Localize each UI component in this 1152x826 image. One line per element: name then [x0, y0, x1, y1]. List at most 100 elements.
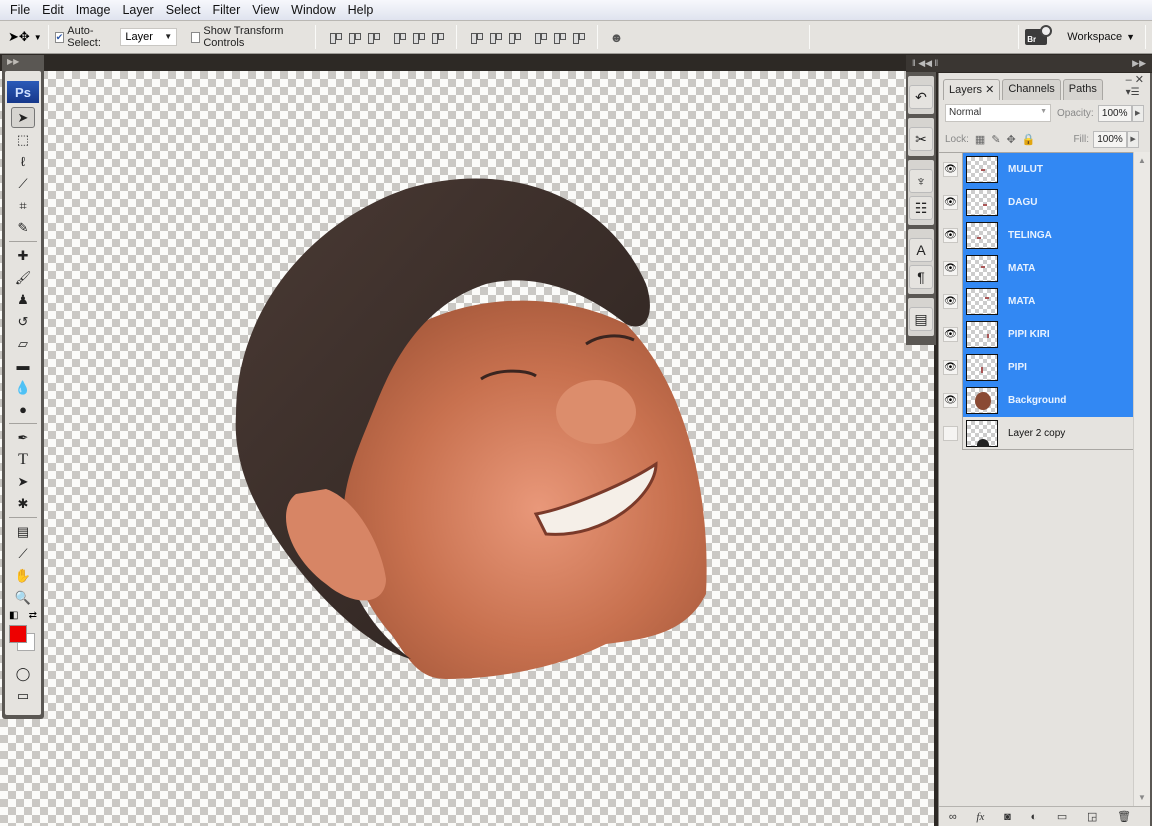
lock-transparent-icon[interactable]: ▦	[975, 133, 985, 146]
close-icon[interactable]: ✕	[1135, 74, 1144, 86]
paragraph-panel-icon[interactable]: ¶	[909, 265, 933, 289]
custom-shape-tool-icon[interactable]: ✱	[11, 493, 35, 514]
align-horizontal-centers-icon[interactable]	[411, 30, 425, 44]
visibility-eye-icon[interactable]: 👁	[943, 260, 958, 276]
layer-row[interactable]: 👁 DAGU	[939, 185, 1133, 219]
menu-select[interactable]: Select	[160, 3, 207, 17]
layer-row[interactable]: Layer 2 copy	[939, 416, 1133, 450]
workspace-menu[interactable]: Workspace ▼	[1067, 31, 1135, 43]
distribute-top-icon[interactable]	[469, 30, 483, 44]
delete-layer-icon[interactable]: 🗑	[1117, 810, 1131, 823]
healing-brush-tool-icon[interactable]: ✚	[11, 245, 35, 266]
blur-tool-icon[interactable]: 💧	[11, 377, 35, 398]
expand-panel-icon[interactable]: ▶▶	[2, 55, 44, 69]
layers-scrollbar[interactable]: ▲ ▼	[1133, 152, 1150, 806]
minimize-icon[interactable]: –	[1126, 74, 1132, 86]
menu-file[interactable]: File	[4, 3, 36, 17]
new-layer-icon[interactable]: ◲	[1087, 810, 1097, 823]
close-tab-icon[interactable]: ✕	[985, 84, 994, 96]
menu-filter[interactable]: Filter	[206, 3, 246, 17]
add-mask-icon[interactable]: ◙	[1004, 811, 1011, 823]
notes-tool-icon[interactable]: ▤	[11, 521, 35, 542]
visibility-eye-icon[interactable]: 👁	[943, 227, 958, 243]
new-group-icon[interactable]: ▭	[1057, 810, 1067, 823]
swap-colors-icon[interactable]: ⇄	[29, 610, 37, 621]
gradient-tool-icon[interactable]: ▬	[11, 355, 35, 376]
document-canvas[interactable]	[0, 71, 934, 826]
bridge-launch-button[interactable]: Br	[1025, 25, 1053, 45]
menu-window[interactable]: Window	[285, 3, 341, 17]
visibility-eye-icon[interactable]: 👁	[943, 194, 958, 210]
layer-row[interactable]: 👁 Background	[939, 383, 1133, 417]
hand-tool-icon[interactable]: ✋	[11, 565, 35, 586]
panel-menu-icon[interactable]: ▾☰	[1126, 87, 1140, 98]
canvas-area[interactable]	[0, 55, 934, 826]
brush-tool-icon[interactable]: 🖌	[11, 267, 35, 288]
brushes-panel-icon[interactable]: ♆	[909, 169, 933, 193]
show-transform-option[interactable]: Show Transform Controls	[191, 25, 302, 49]
auto-align-layers-icon[interactable]: ☻	[610, 30, 624, 45]
opacity-slider-button[interactable]: ▶	[1131, 104, 1144, 122]
character-panel-icon[interactable]: A	[909, 238, 933, 262]
path-selection-tool-icon[interactable]: ➤	[11, 471, 35, 492]
quick-mask-icon[interactable]: ◯	[11, 663, 35, 684]
visibility-eye-icon[interactable]: 👁	[943, 392, 958, 408]
distribute-bottom-icon[interactable]	[507, 30, 521, 44]
tab-paths[interactable]: Paths	[1062, 79, 1103, 100]
fill-input[interactable]: 100%	[1093, 130, 1128, 148]
menu-edit[interactable]: Edit	[36, 3, 70, 17]
visibility-eye-icon[interactable]: 👁	[943, 326, 958, 342]
visibility-eye-icon[interactable]: 👁	[943, 359, 958, 375]
screen-mode-icon[interactable]: ▭	[11, 685, 35, 706]
history-panel-icon[interactable]: ↶	[909, 85, 933, 109]
layer-row[interactable]: 👁 PIPI KIRI	[939, 317, 1133, 351]
layer-style-fx-icon[interactable]: fx	[976, 811, 984, 823]
layer-row[interactable]: 👁 PIPI	[939, 350, 1133, 384]
tool-presets-panel-icon[interactable]: ✂	[909, 127, 933, 151]
layer-row[interactable]: 👁 MATA	[939, 284, 1133, 318]
crop-tool-icon[interactable]: ⌗	[11, 195, 35, 216]
align-right-edges-icon[interactable]	[430, 30, 444, 44]
distribute-left-icon[interactable]	[533, 30, 547, 44]
foreground-color-swatch[interactable]	[9, 625, 27, 643]
lasso-tool-icon[interactable]: ℓ	[11, 151, 35, 172]
auto-select-dropdown[interactable]: Layer	[120, 28, 178, 46]
align-left-edges-icon[interactable]	[392, 30, 406, 44]
distribute-right-icon[interactable]	[571, 30, 585, 44]
opacity-input[interactable]: 100%	[1097, 104, 1132, 122]
visibility-eye-icon[interactable]: 👁	[943, 161, 958, 177]
visibility-toggle-empty[interactable]	[943, 425, 958, 441]
menu-image[interactable]: Image	[70, 3, 117, 17]
zoom-tool-icon[interactable]: 🔍	[11, 587, 35, 608]
collapse-dock-icon[interactable]: ‖ ◀◀ ‖	[912, 58, 938, 69]
blend-mode-dropdown[interactable]: Normal	[945, 104, 1051, 122]
tab-layers[interactable]: Layers ✕	[943, 79, 1001, 100]
move-tool-icon[interactable]: ➤	[11, 107, 35, 128]
align-top-edges-icon[interactable]	[328, 30, 342, 44]
slice-tool-icon[interactable]: ✎	[11, 217, 35, 238]
menu-help[interactable]: Help	[342, 3, 380, 17]
tab-channels[interactable]: Channels	[1002, 79, 1061, 100]
fill-slider-button[interactable]: ▶	[1127, 130, 1140, 148]
default-colors-icon[interactable]: ◧	[9, 610, 18, 621]
link-layers-icon[interactable]: ∞	[949, 811, 957, 823]
clone-source-panel-icon[interactable]: ☷	[909, 196, 933, 220]
align-vertical-centers-icon[interactable]	[347, 30, 361, 44]
clone-stamp-tool-icon[interactable]: ♟	[11, 289, 35, 310]
align-bottom-edges-icon[interactable]	[366, 30, 380, 44]
auto-select-option[interactable]: ✔ Auto-Select:	[54, 25, 115, 49]
distribute-horizontal-centers-icon[interactable]	[552, 30, 566, 44]
menu-layer[interactable]: Layer	[116, 3, 159, 17]
type-tool-icon[interactable]: T	[11, 449, 35, 470]
layer-comps-panel-icon[interactable]: ▤	[909, 307, 933, 331]
visibility-eye-icon[interactable]: 👁	[943, 293, 958, 309]
eraser-tool-icon[interactable]: ▱	[11, 333, 35, 354]
lock-position-icon[interactable]: ✥	[1007, 133, 1016, 146]
dodge-tool-icon[interactable]: ●	[11, 399, 35, 420]
distribute-vertical-centers-icon[interactable]	[488, 30, 502, 44]
scroll-down-icon[interactable]: ▼	[1138, 793, 1146, 802]
auto-select-checkbox[interactable]: ✔	[54, 31, 65, 43]
pen-tool-icon[interactable]: ✒	[11, 427, 35, 448]
magic-wand-tool-icon[interactable]: ⟋	[11, 173, 35, 194]
tool-preset-picker[interactable]: ➤✥ ▼	[8, 29, 42, 45]
